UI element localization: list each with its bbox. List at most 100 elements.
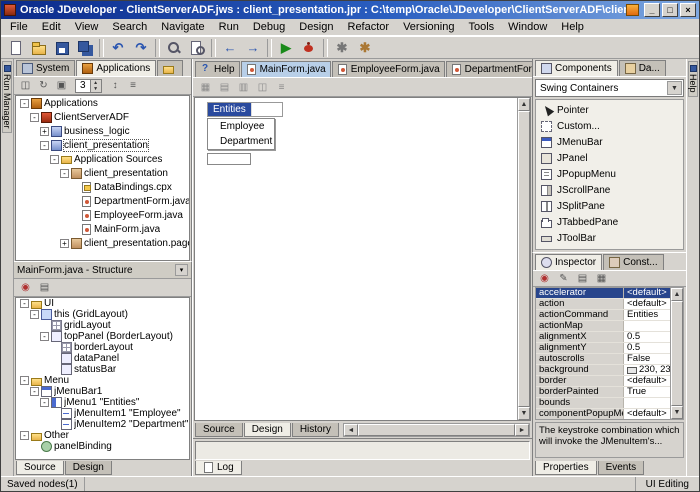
scroll-thumb[interactable] xyxy=(518,111,530,407)
pin-icon[interactable]: ◉ xyxy=(536,271,553,286)
node-statusbar[interactable]: statusBar xyxy=(16,364,189,375)
node-employeeform-java[interactable]: EmployeeForm.java xyxy=(16,208,189,222)
align-left-icon[interactable]: ▤ xyxy=(216,80,233,95)
expand-toggle-icon[interactable]: - xyxy=(40,141,49,150)
palette-category-select[interactable]: Swing Containers ▼ xyxy=(535,79,684,97)
menu-item[interactable]: Search xyxy=(105,20,154,34)
tab-inspector[interactable]: Inspector xyxy=(535,254,602,270)
property-row[interactable]: componentPopupMenu <default> xyxy=(536,409,670,419)
property-row[interactable]: actionMap xyxy=(536,321,670,332)
menu-item[interactable]: Refactor xyxy=(341,20,397,34)
node-gridlayout[interactable]: gridLayout xyxy=(16,320,189,331)
property-row[interactable]: border <default> xyxy=(536,376,670,387)
inspector-scrollbar[interactable]: ▲ ▼ xyxy=(670,288,683,419)
node-departmentform-java[interactable]: DepartmentForm.java xyxy=(16,194,189,208)
property-row[interactable]: background 230, 23... xyxy=(536,365,670,376)
expand-toggle-icon[interactable]: - xyxy=(40,398,49,407)
structure-menu-button[interactable]: ▾ xyxy=(175,264,188,276)
canvas-vertical-scrollbar[interactable]: ▲ ▼ xyxy=(517,98,530,420)
editor-tab-help[interactable]: Help xyxy=(195,61,240,77)
designed-menubar[interactable]: Entities xyxy=(207,102,283,117)
property-row[interactable]: borderPainted True xyxy=(536,387,670,398)
property-row[interactable]: alignmentY 0.5 xyxy=(536,343,670,354)
menu-item[interactable]: View xyxy=(68,20,106,34)
menu-item[interactable]: File xyxy=(3,20,35,34)
node-business-logic[interactable]: + business_logic xyxy=(16,124,189,138)
chevron-down-icon[interactable]: ▼ xyxy=(667,81,682,95)
forward-icon[interactable]: → xyxy=(242,38,264,58)
same-size-icon[interactable]: ◫ xyxy=(254,80,271,95)
palette-item-jtabbedpane[interactable]: JTabbedPane xyxy=(536,214,683,230)
node-datapanel[interactable]: dataPanel xyxy=(16,353,189,364)
node-this-gridlayout[interactable]: - this (GridLayout) xyxy=(16,309,189,320)
open-icon[interactable] xyxy=(28,38,50,58)
scroll-up-arrow[interactable]: ▲ xyxy=(518,98,530,111)
inspector-tab-properties[interactable]: Properties xyxy=(535,461,597,475)
align-top-icon[interactable]: ▥ xyxy=(235,80,252,95)
tab-constraints[interactable]: Const... xyxy=(603,254,663,270)
designed-empty-slot[interactable] xyxy=(207,153,251,165)
property-row[interactable]: bounds xyxy=(536,398,670,409)
tab-components[interactable]: Components xyxy=(535,60,618,76)
scroll-thumb[interactable] xyxy=(671,301,683,406)
log-tab[interactable]: Log xyxy=(195,461,242,475)
node-jmenu1[interactable]: - jMenu1 "Entities" xyxy=(16,397,189,408)
designed-menubar-empty[interactable] xyxy=(251,103,282,116)
node-borderlayout[interactable]: borderLayout xyxy=(16,342,189,353)
structure-tab-design[interactable]: Design xyxy=(65,461,112,475)
node-applications[interactable]: - Applications xyxy=(16,96,189,110)
nav-refresh-icon[interactable]: ↻ xyxy=(35,78,52,93)
expand-toggle-icon[interactable]: + xyxy=(40,127,49,136)
palette-item-jmenubar[interactable]: JMenuBar xyxy=(536,134,683,150)
expand-toggle-icon[interactable]: - xyxy=(40,332,49,341)
palette-item-jpopupmenu[interactable]: JPopupMenu xyxy=(536,166,683,182)
minimize-button[interactable]: _ xyxy=(644,3,660,17)
node-application-sources[interactable]: - Application Sources xyxy=(16,152,189,166)
designed-menu-entities[interactable]: Entities xyxy=(208,103,251,116)
scroll-up-arrow[interactable]: ▲ xyxy=(671,288,683,301)
node-jmenuitem1[interactable]: jMenuItem1 "Employee" xyxy=(16,408,189,419)
tab-files[interactable] xyxy=(157,60,183,76)
designed-menu-item[interactable]: Employee xyxy=(208,119,274,134)
editor-view-tab-history[interactable]: History xyxy=(292,423,339,437)
save-icon[interactable] xyxy=(51,38,73,58)
title-bar[interactable]: Oracle JDeveloper - ClientServerADF.jws … xyxy=(1,1,699,19)
node-clientserveradf[interactable]: - ClientServerADF xyxy=(16,110,189,124)
expand-toggle-icon[interactable]: - xyxy=(30,113,39,122)
expand-toggle-icon[interactable]: - xyxy=(20,376,29,385)
nav-sort-icon[interactable]: ↕ xyxy=(107,78,124,93)
property-row[interactable]: autoscrolls False xyxy=(536,354,670,365)
undo-icon[interactable]: ↶ xyxy=(107,38,129,58)
node-menu[interactable]: - Menu xyxy=(16,375,189,386)
editor-view-tab-design[interactable]: Design xyxy=(244,423,291,437)
categories-icon[interactable]: ▤ xyxy=(574,271,591,286)
tab-data[interactable]: Da... xyxy=(619,60,666,76)
menu-item[interactable]: Help xyxy=(554,20,591,34)
menu-item[interactable]: Run xyxy=(212,20,246,34)
node-other[interactable]: - Other xyxy=(16,430,189,441)
rebuild-icon[interactable]: ✱ xyxy=(354,38,376,58)
editor-tab-departmentform[interactable]: DepartmentForm.java xyxy=(446,61,532,77)
maximize-button[interactable]: □ xyxy=(662,3,678,17)
structure-options-icon[interactable]: ▤ xyxy=(36,280,53,295)
scroll-right-arrow[interactable]: ► xyxy=(515,424,529,436)
property-row[interactable]: action <default> xyxy=(536,299,670,310)
nav-collapse-icon[interactable]: ▣ xyxy=(53,78,70,93)
spinner-arrows[interactable]: ▲▼ xyxy=(90,80,101,92)
editor-tab-employeeform[interactable]: EmployeeForm.java xyxy=(332,61,445,77)
design-canvas[interactable]: Entities EmployeeDepartment ▲ ▼ xyxy=(194,97,531,421)
save-all-icon[interactable] xyxy=(74,38,96,58)
expand-toggle-icon[interactable]: - xyxy=(20,431,29,440)
expand-toggle-icon[interactable]: - xyxy=(30,387,39,396)
run-manager-tab[interactable]: Run Manager xyxy=(2,61,12,133)
expand-toggle-icon[interactable]: - xyxy=(50,155,59,164)
expand-toggle-icon[interactable]: - xyxy=(30,310,39,319)
menu-item[interactable]: Tools xyxy=(461,20,501,34)
edit-property-icon[interactable]: ✎ xyxy=(555,271,572,286)
scroll-left-arrow[interactable]: ◄ xyxy=(344,424,358,436)
node-jmenubar1[interactable]: - jMenuBar1 xyxy=(16,386,189,397)
expand-toggle-icon[interactable]: - xyxy=(20,299,29,308)
editor-tab-mainform[interactable]: MainForm.java xyxy=(241,61,331,77)
node-ui[interactable]: - UI xyxy=(16,298,189,309)
palette-item-custom[interactable]: Custom... xyxy=(536,118,683,134)
